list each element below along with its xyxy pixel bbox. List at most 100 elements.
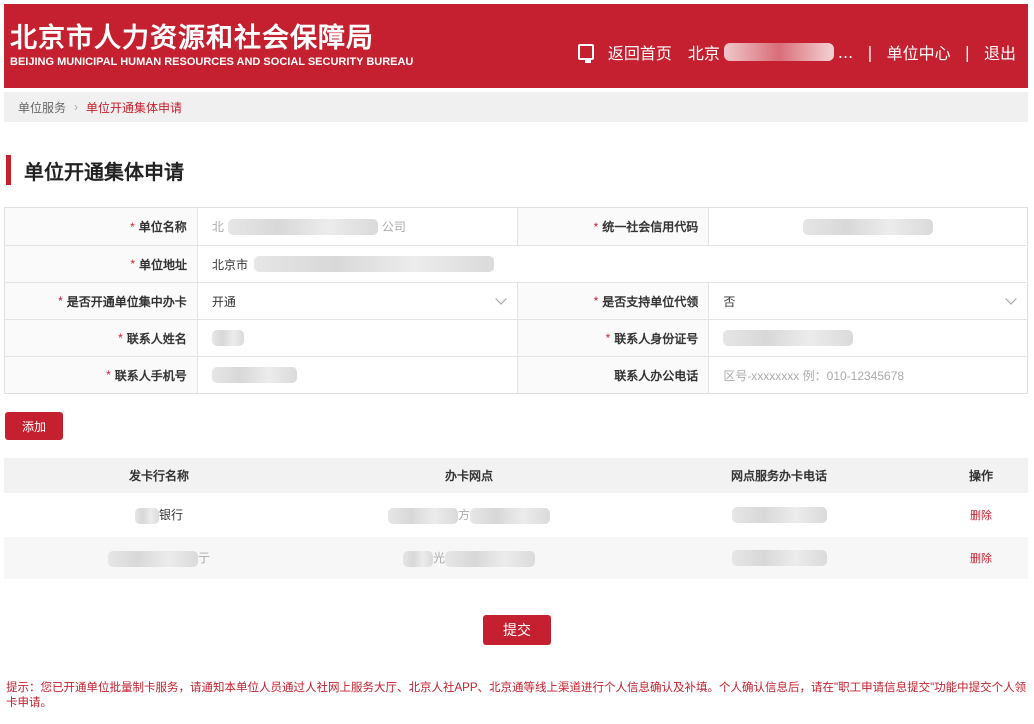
tip-text: 提示：您已开通单位批量制卡服务，请通知本单位人员通过人社网上服务大厅、北京人社A… (6, 682, 1027, 709)
form-row: * 是否开通单位集中办卡 开通 * 是否支持单位代领 否 (5, 282, 1027, 319)
unit-name-label: * 单位名称 (5, 208, 198, 245)
address-label: * 单位地址 (5, 246, 198, 282)
unit-name-label-text: 单位名称 (138, 220, 187, 234)
breadcrumb-parent[interactable]: 单位服务 (18, 99, 66, 116)
redacted-credit-code (803, 218, 934, 235)
bank-name-cell: 亍 (4, 549, 314, 567)
submit-button[interactable]: 提交 (483, 615, 551, 645)
contact-office-phone-placeholder: 区号-xxxxxxxx 例：010-12345678 (723, 368, 905, 383)
required-mark: * (58, 294, 63, 308)
monitor-home-icon (577, 44, 594, 63)
unit-name-prefix: 北 (211, 220, 224, 234)
contact-name-label-text: 联系人姓名 (126, 331, 187, 346)
table-row: 银行 方 删除 (4, 493, 1028, 536)
contact-mobile-field[interactable] (198, 357, 517, 393)
contact-name-label: * 联系人姓名 (5, 320, 198, 356)
col-actions: 操作 (968, 469, 993, 483)
current-user-prefix: 北京 (687, 44, 720, 63)
unit-name-suffix: 公司 (381, 220, 406, 234)
redacted-branch-phone (731, 550, 827, 566)
form-row: * 单位地址 北京市 (5, 245, 1027, 282)
logout-link[interactable]: 退出 (984, 40, 1016, 64)
required-mark: * (130, 219, 135, 234)
bank-name-suffix: 亍 (197, 551, 210, 566)
contact-office-phone-field[interactable]: 区号-xxxxxxxx 例：010-12345678 (709, 357, 1027, 393)
actions-cell: 删除 (934, 507, 1028, 523)
contact-id-field[interactable] (709, 320, 1027, 356)
redacted-bank-name (134, 507, 159, 524)
collective-card-selected: 开通 (211, 294, 236, 309)
contact-id-label: * 联系人身份证号 (516, 320, 710, 356)
col-branch-phone: 网点服务办卡电话 (730, 469, 827, 483)
credit-code-label: * 统一社会信用代码 (516, 208, 710, 245)
current-user[interactable]: 北京 ... (688, 40, 853, 64)
breadcrumb: 单位服务 › 单位开通集体申请 (4, 92, 1028, 122)
collective-card-select[interactable]: 开通 (198, 283, 517, 319)
redacted-branch (402, 550, 433, 567)
bank-name-cell: 银行 (4, 506, 314, 524)
form-row: * 单位名称 北 公司 * 统一社会信用代码 (5, 208, 1027, 245)
address-label-text: 单位地址 (138, 257, 187, 272)
bank-name-suffix: 银行 (158, 508, 183, 523)
contact-name-field[interactable] (198, 320, 517, 356)
redacted-branch-phone (731, 507, 827, 523)
address-field[interactable]: 北京市 (198, 246, 1027, 282)
contact-office-phone-label: 联系人办公电话 (516, 357, 710, 393)
required-mark: * (593, 219, 599, 234)
contact-mobile-label: * 联系人手机号 (5, 357, 198, 393)
add-button[interactable]: 添加 (5, 412, 63, 440)
redacted-branch (387, 507, 458, 524)
branch-cell: 光 (314, 549, 624, 567)
redacted-unit-name (227, 218, 378, 235)
branch-phone-cell (624, 550, 934, 566)
required-mark: * (130, 257, 135, 271)
top-nav: 返回首页 北京 ... | 单位中心 | 退出 (577, 38, 1016, 66)
proxy-collect-selected: 否 (723, 294, 736, 309)
credit-code-label-text: 统一社会信用代码 (602, 220, 699, 234)
contact-id-label-text: 联系人身份证号 (614, 331, 699, 346)
breadcrumb-arrow-icon: › (74, 100, 79, 114)
branch-mid: 光 (432, 551, 445, 566)
col-bank-name: 发卡行名称 (128, 469, 189, 483)
home-link[interactable]: 返回首页 (577, 40, 672, 64)
proxy-collect-select[interactable]: 否 (709, 283, 1027, 319)
redacted-branch (445, 550, 535, 567)
proxy-collect-label-text: 是否支持单位代领 (602, 294, 699, 309)
bank-table: 发卡行名称 办卡网点 网点服务办卡电话 操作 银行 方 删除 亍 光 删除 (4, 458, 1028, 579)
nav-separator: | (964, 42, 970, 62)
contact-mobile-label-text: 联系人手机号 (114, 368, 187, 383)
credit-code-field[interactable] (709, 208, 1027, 245)
page-title: 单位开通集体申请 (24, 160, 184, 184)
table-header: 发卡行名称 办卡网点 网点服务办卡电话 操作 (4, 458, 1028, 493)
unit-center-link[interactable]: 单位中心 (887, 40, 951, 64)
redacted-user-name (723, 43, 834, 61)
required-mark: * (593, 294, 599, 308)
proxy-collect-label: * 是否支持单位代领 (516, 283, 710, 319)
form-row: * 联系人手机号 联系人办公电话 区号-xxxxxxxx 例：010-123456… (5, 356, 1027, 393)
unit-name-field[interactable]: 北 公司 (198, 208, 517, 245)
branch-phone-cell (624, 507, 934, 523)
delete-link[interactable]: 删除 (970, 510, 992, 522)
delete-link[interactable]: 删除 (970, 553, 992, 565)
current-user-suffix: ... (837, 42, 854, 62)
chevron-down-icon (494, 293, 507, 305)
redacted-contact-mobile (211, 367, 297, 383)
redacted-address (254, 256, 495, 272)
required-mark: * (118, 331, 123, 345)
site-header: 北京市人力资源和社会保障局 BEIJING MUNICIPAL HUMAN RE… (4, 4, 1028, 88)
nav-separator: | (867, 42, 873, 62)
site-title-cn: 北京市人力资源和社会保障局 (10, 23, 374, 54)
application-form: * 单位名称 北 公司 * 统一社会信用代码 * 单位地址 北京市 * 是否开通单位集中… (4, 207, 1028, 394)
breadcrumb-current: 单位开通集体申请 (86, 100, 183, 115)
form-row: * 联系人姓名 * 联系人身份证号 (5, 319, 1027, 356)
actions-cell: 删除 (934, 550, 1028, 566)
site-title-en: BEIJING MUNICIPAL HUMAN RESOURCES AND SO… (10, 56, 414, 68)
chevron-down-icon (1005, 293, 1017, 305)
home-link-label: 返回首页 (607, 44, 672, 63)
address-prefix: 北京市 (212, 257, 249, 272)
branch-mid: 方 (457, 508, 470, 523)
col-branch: 办卡网点 (444, 469, 493, 483)
table-row: 亍 光 删除 (4, 536, 1028, 579)
title-accent-bar (6, 155, 11, 185)
redacted-branch (470, 507, 550, 524)
